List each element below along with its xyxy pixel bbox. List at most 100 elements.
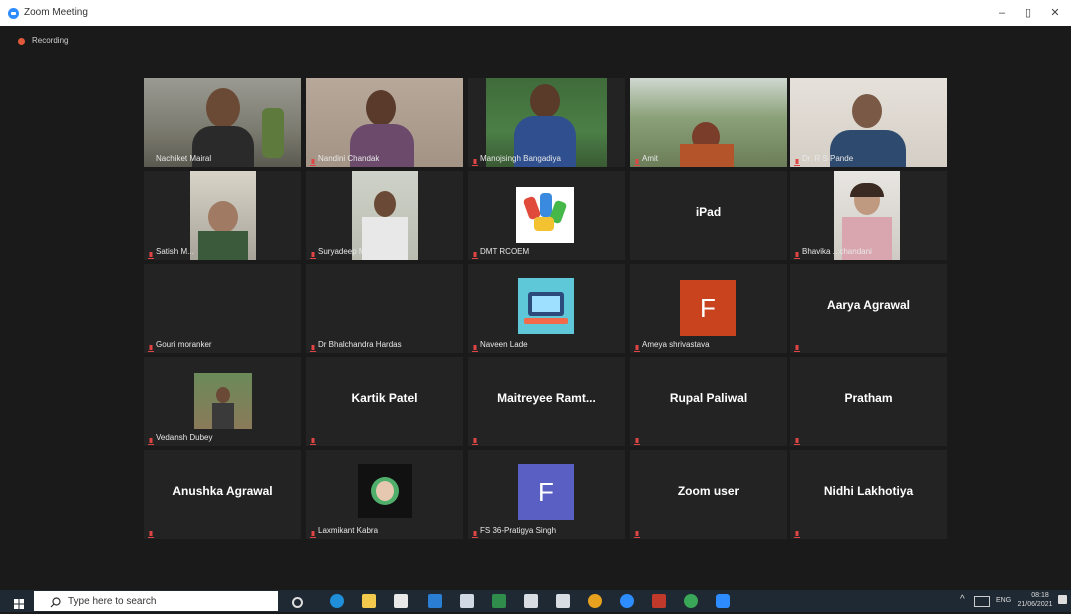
participant-name: Nachiket Mairal xyxy=(156,154,212,163)
search-placeholder: Type here to search xyxy=(68,596,157,607)
store-icon[interactable] xyxy=(394,594,408,608)
participant-name: Rupal Paliwal xyxy=(669,391,748,405)
video-feed xyxy=(190,171,256,260)
participant-name: iPad xyxy=(695,205,722,219)
mic-muted-icon xyxy=(472,433,478,445)
app-icon[interactable] xyxy=(684,594,698,608)
mic-muted-icon xyxy=(148,247,154,259)
participant-tile[interactable]: DMT RCOEM xyxy=(468,171,625,260)
participant-tile[interactable]: Kartik Patel xyxy=(306,357,463,446)
app-icon[interactable] xyxy=(460,594,474,608)
participant-tile[interactable]: Bhavika ...chandani xyxy=(790,171,947,260)
participant-tile[interactable]: Zoom user xyxy=(630,450,787,539)
avatar: F xyxy=(518,464,574,520)
participant-name: Zoom user xyxy=(677,484,740,498)
participant-name: Amit xyxy=(642,154,658,163)
mic-muted-icon xyxy=(634,526,640,538)
clock-time[interactable]: 08:18 xyxy=(1025,592,1055,599)
participant-tile[interactable]: Pratham xyxy=(790,357,947,446)
mic-muted-icon xyxy=(148,340,154,352)
mic-muted-icon xyxy=(472,154,478,166)
restore-button[interactable]: ▯ xyxy=(1019,6,1037,20)
windows-taskbar: Type here to search ^ ENG 08:18 21/06/20… xyxy=(0,590,1071,612)
participant-tile[interactable]: Amit xyxy=(630,78,787,167)
recording-label[interactable]: Recording xyxy=(32,36,68,45)
excel-icon[interactable] xyxy=(492,594,506,608)
participant-name: Ameya shrivastava xyxy=(642,340,710,349)
mic-muted-icon xyxy=(472,247,478,259)
profile-picture xyxy=(516,187,574,243)
participant-name: Dr. R S Pande xyxy=(802,154,854,163)
mic-muted-icon xyxy=(148,526,154,538)
participant-tile[interactable]: Naveen Lade xyxy=(468,264,625,353)
windows-start-icon[interactable] xyxy=(14,596,24,609)
title-bar: Zoom Meeting – ▯ ✕ xyxy=(0,0,1071,26)
participant-tile[interactable]: Aarya Agrawal xyxy=(790,264,947,353)
mic-muted-icon xyxy=(634,154,640,166)
participant-tile[interactable]: F FS 36-Pratigya Singh xyxy=(468,450,625,539)
mic-muted-icon xyxy=(634,340,640,352)
participant-name: FS 36-Pratigya Singh xyxy=(480,526,557,535)
app-icon[interactable] xyxy=(556,594,570,608)
mail-icon[interactable] xyxy=(428,594,442,608)
keyboard-icon[interactable] xyxy=(974,596,990,607)
zoom-icon[interactable] xyxy=(620,594,634,608)
participant-tile[interactable]: F Ameya shrivastava xyxy=(630,264,787,353)
language-indicator[interactable]: ENG xyxy=(996,597,1011,604)
participant-tile[interactable]: Anushka Agrawal xyxy=(144,450,301,539)
participant-tile[interactable]: Manojsingh Bangadiya xyxy=(468,78,625,167)
edge-icon[interactable] xyxy=(330,594,344,608)
participant-tile[interactable]: Maitreyee Ramt... xyxy=(468,357,625,446)
participant-name: Pratham xyxy=(844,391,893,405)
mic-muted-icon xyxy=(794,154,800,166)
participant-tile[interactable]: Gouri moranker xyxy=(144,264,301,353)
taskbar-search-box[interactable]: Type here to search xyxy=(34,591,278,611)
clock-date[interactable]: 21/06/2021 xyxy=(1015,601,1055,608)
recording-icon xyxy=(18,38,25,45)
app-icon[interactable] xyxy=(652,594,666,608)
mic-muted-icon xyxy=(794,433,800,445)
participant-tile[interactable]: Vedansh Dubey xyxy=(144,357,301,446)
participant-name: Kartik Patel xyxy=(351,391,418,405)
participant-tile[interactable]: Laxmikant Kabra xyxy=(306,450,463,539)
participant-name: Manojsingh Bangadiya xyxy=(480,154,561,163)
participant-name: Satish M... xyxy=(156,247,194,256)
participant-name: Dr Bhalchandra Hardas xyxy=(318,340,402,349)
profile-picture xyxy=(358,464,412,518)
search-icon xyxy=(50,595,61,613)
task-view-icon[interactable] xyxy=(292,597,303,608)
mic-muted-icon xyxy=(794,340,800,352)
mic-muted-icon xyxy=(794,526,800,538)
chrome-icon[interactable] xyxy=(588,594,602,608)
participant-tile[interactable]: Rupal Paliwal xyxy=(630,357,787,446)
file-explorer-icon[interactable] xyxy=(362,594,376,608)
mic-muted-icon xyxy=(794,247,800,259)
tray-chevron-icon[interactable]: ^ xyxy=(960,594,965,605)
participant-name: Laxmikant Kabra xyxy=(318,526,379,535)
notification-icon[interactable] xyxy=(1058,595,1067,604)
mic-muted-icon xyxy=(472,340,478,352)
mic-muted-icon xyxy=(634,433,640,445)
profile-picture xyxy=(194,373,252,429)
participant-tile[interactable]: Dr Bhalchandra Hardas xyxy=(306,264,463,353)
participant-tile[interactable]: Nidhi Lakhotiya xyxy=(790,450,947,539)
mic-muted-icon xyxy=(310,247,316,259)
profile-picture xyxy=(518,278,574,334)
participant-tile[interactable]: Suryadeep Manoj Sah... xyxy=(306,171,463,260)
participant-name: Vedansh Dubey xyxy=(156,433,213,442)
app-icon[interactable] xyxy=(524,594,538,608)
mic-muted-icon xyxy=(310,340,316,352)
participant-tile[interactable]: iPad xyxy=(630,171,787,260)
close-button[interactable]: ✕ xyxy=(1046,6,1064,20)
participant-name: DMT RCOEM xyxy=(480,247,530,256)
participant-tile[interactable]: Nachiket Mairal xyxy=(144,78,301,167)
participant-tile[interactable]: Nandini Chandak xyxy=(306,78,463,167)
participant-name: Naveen Lade xyxy=(480,340,528,349)
minimize-button[interactable]: – xyxy=(993,6,1011,20)
participant-tile[interactable]: Satish M... xyxy=(144,171,301,260)
participant-name: Anushka Agrawal xyxy=(172,484,273,498)
participant-tile[interactable]: Dr. R S Pande xyxy=(790,78,947,167)
avatar: F xyxy=(680,280,736,336)
zoom-meeting-icon[interactable] xyxy=(716,594,730,608)
participant-name: Aarya Agrawal xyxy=(827,298,910,312)
